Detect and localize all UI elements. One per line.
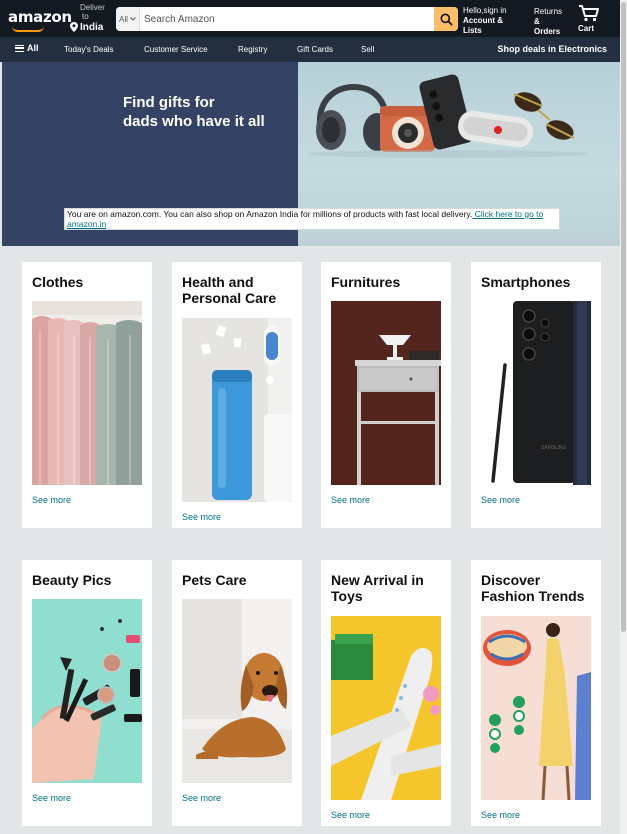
card-title: Smartphones	[481, 274, 571, 290]
hamburger-icon	[15, 44, 24, 52]
hero-title: Find gifts for dads who have it all	[123, 94, 265, 130]
scrollbar-thumb[interactable]	[621, 2, 626, 632]
search-bar: All	[116, 7, 458, 31]
card-title: Clothes	[32, 274, 84, 290]
sub-navbar: All Today's Deals Customer Service Regis…	[0, 37, 620, 62]
fashion-image[interactable]	[481, 616, 591, 800]
category-card-furnitures[interactable]: Furnitures See more	[321, 262, 451, 528]
card-title: Discover Fashion Trends	[481, 572, 585, 604]
chevron-down-icon	[130, 17, 136, 21]
location-pin-icon	[70, 22, 78, 32]
category-card-smartphones[interactable]: Smartphones SAMSUNG See more	[471, 262, 601, 528]
category-card-pets-care[interactable]: Pets Care See more	[172, 560, 302, 826]
see-more-link[interactable]: See more	[32, 495, 71, 505]
deliver-country: India	[80, 21, 104, 33]
toys-image[interactable]	[331, 616, 441, 800]
svg-text:SAMSUNG: SAMSUNG	[541, 445, 566, 451]
returns-label: Returns	[534, 7, 563, 16]
search-category-label: All	[119, 14, 128, 24]
cart-button[interactable]: Cart	[578, 4, 600, 33]
see-more-link[interactable]: See more	[331, 495, 370, 505]
see-more-link[interactable]: See more	[32, 793, 71, 803]
card-title: Health and Personal Care	[182, 274, 277, 306]
smartphones-image[interactable]: SAMSUNG	[481, 301, 591, 485]
search-input[interactable]	[140, 7, 434, 31]
nav-customer-service[interactable]: Customer Service	[144, 45, 208, 54]
nav-shop-deals-electronics[interactable]: Shop deals in Electronics	[497, 44, 607, 54]
hero-banner[interactable]: Find gifts for dads who have it all You a…	[2, 62, 620, 246]
beauty-image[interactable]	[32, 599, 142, 783]
nav-sell[interactable]: Sell	[361, 45, 374, 54]
all-menu-label: All	[27, 43, 39, 53]
category-card-beauty-pics[interactable]: Beauty Pics See more	[22, 560, 152, 826]
all-menu-button[interactable]: All	[15, 43, 39, 53]
account-label: Account &	[463, 16, 503, 25]
cart-label: Cart	[578, 24, 595, 33]
pets-image[interactable]	[182, 599, 292, 783]
top-navbar: amazon Deliver to India All Hello,sign i…	[0, 0, 620, 37]
nav-registry[interactable]: Registry	[238, 45, 267, 54]
health-care-image[interactable]	[182, 318, 292, 502]
amazon-logo-smile	[12, 26, 44, 32]
card-title: Beauty Pics	[32, 572, 112, 588]
lists-label: Lists	[463, 26, 482, 35]
nav-todays-deals[interactable]: Today's Deals	[64, 45, 114, 54]
search-category-dropdown[interactable]: All	[116, 7, 140, 31]
search-button[interactable]	[434, 7, 458, 31]
account-and-lists[interactable]: Hello,sign in Account & Lists	[463, 6, 507, 36]
deliver-to-location[interactable]: Deliver to India	[70, 3, 105, 32]
search-icon	[440, 13, 453, 26]
category-card-new-arrival-toys[interactable]: New Arrival in Toys See more	[321, 560, 451, 826]
orders-label: Orders	[534, 27, 561, 36]
returns-ampersand: &	[534, 17, 540, 26]
see-more-link[interactable]: See more	[182, 793, 221, 803]
page-scrollbar[interactable]	[620, 0, 627, 834]
amazon-logo[interactable]: amazon	[8, 8, 72, 26]
category-card-health-personal-care[interactable]: Health and Personal Care See more	[172, 262, 302, 528]
category-card-fashion-trends[interactable]: Discover Fashion Trends See more	[471, 560, 601, 826]
furnitures-image[interactable]	[331, 301, 441, 485]
account-greeting: Hello,sign in	[463, 6, 507, 15]
returns-and-orders[interactable]: Returns & Orders	[534, 7, 562, 37]
notice-text: You are on amazon.com. You can also shop…	[67, 209, 473, 219]
deliver-to-label: to	[82, 12, 89, 21]
see-more-link[interactable]: See more	[331, 810, 370, 820]
clothes-image[interactable]	[32, 301, 142, 485]
see-more-link[interactable]: See more	[481, 810, 520, 820]
cart-icon	[579, 5, 599, 22]
card-title: Furnitures	[331, 274, 401, 290]
nav-gift-cards[interactable]: Gift Cards	[297, 45, 333, 54]
card-title: Pets Care	[182, 572, 247, 588]
see-more-link[interactable]: See more	[481, 495, 520, 505]
see-more-link[interactable]: See more	[182, 512, 221, 522]
deliver-label: Deliver	[80, 3, 105, 12]
card-title: New Arrival in Toys	[331, 572, 424, 604]
category-card-clothes[interactable]: Clothes See more	[22, 262, 152, 528]
amazon-india-notice: You are on amazon.com. You can also shop…	[64, 208, 560, 230]
